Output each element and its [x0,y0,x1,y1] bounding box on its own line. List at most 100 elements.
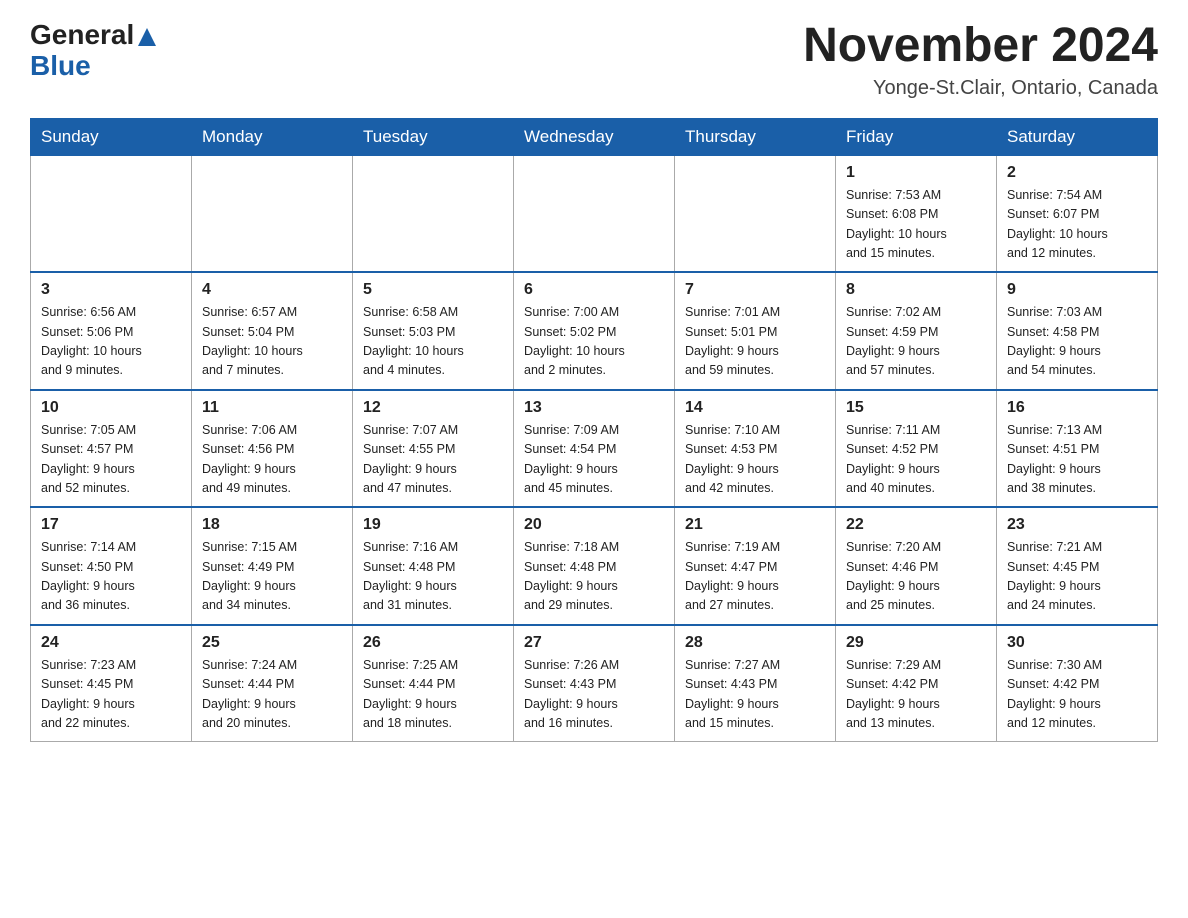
calendar-day-cell: 20 Sunrise: 7:18 AM Sunset: 4:48 PM Dayli… [514,507,675,625]
day-number: 15 [846,399,986,417]
day-info: Sunrise: 7:00 AM Sunset: 5:02 PM Dayligh… [524,303,664,381]
calendar-day-cell: 25 Sunrise: 7:24 AM Sunset: 4:44 PM Dayli… [192,625,353,742]
day-info: Sunrise: 7:54 AM Sunset: 6:07 PM Dayligh… [1007,186,1147,264]
day-number: 3 [41,281,181,299]
day-info: Sunrise: 7:05 AM Sunset: 4:57 PM Dayligh… [41,421,181,499]
day-number: 9 [1007,281,1147,299]
day-number: 7 [685,281,825,299]
weekday-header-row: Sunday Monday Tuesday Wednesday Thursday… [31,118,1158,155]
calendar-day-cell: 21 Sunrise: 7:19 AM Sunset: 4:47 PM Dayli… [675,507,836,625]
day-number: 8 [846,281,986,299]
calendar-day-cell: 13 Sunrise: 7:09 AM Sunset: 4:54 PM Dayli… [514,390,675,508]
calendar-day-cell: 5 Sunrise: 6:58 AM Sunset: 5:03 PM Daylig… [353,272,514,390]
day-number: 30 [1007,634,1147,652]
calendar-day-cell: 19 Sunrise: 7:16 AM Sunset: 4:48 PM Dayli… [353,507,514,625]
day-number: 11 [202,399,342,417]
calendar-day-cell: 11 Sunrise: 7:06 AM Sunset: 4:56 PM Dayli… [192,390,353,508]
day-info: Sunrise: 7:27 AM Sunset: 4:43 PM Dayligh… [685,656,825,734]
day-info: Sunrise: 7:16 AM Sunset: 4:48 PM Dayligh… [363,538,503,616]
day-info: Sunrise: 6:57 AM Sunset: 5:04 PM Dayligh… [202,303,342,381]
day-info: Sunrise: 7:26 AM Sunset: 4:43 PM Dayligh… [524,656,664,734]
day-number: 17 [41,516,181,534]
calendar-day-cell: 17 Sunrise: 7:14 AM Sunset: 4:50 PM Dayli… [31,507,192,625]
day-number: 16 [1007,399,1147,417]
day-number: 20 [524,516,664,534]
calendar-day-cell [353,155,514,272]
calendar-day-cell [514,155,675,272]
location-title: Yonge-St.Clair, Ontario, Canada [803,77,1158,100]
day-info: Sunrise: 7:13 AM Sunset: 4:51 PM Dayligh… [1007,421,1147,499]
calendar-day-cell: 26Sunrise: 7:25 AM Sunset: 4:44 PM Dayli… [353,625,514,742]
calendar-day-cell: 12Sunrise: 7:07 AM Sunset: 4:55 PM Dayli… [353,390,514,508]
calendar-day-cell: 9 Sunrise: 7:03 AM Sunset: 4:58 PM Daylig… [997,272,1158,390]
day-number: 12 [363,399,503,417]
calendar-day-cell [31,155,192,272]
title-block: November 2024 Yonge-St.Clair, Ontario, C… [803,20,1158,100]
day-info: Sunrise: 6:56 AM Sunset: 5:06 PM Dayligh… [41,303,181,381]
calendar-week-row: 1 Sunrise: 7:53 AM Sunset: 6:08 PM Daylig… [31,155,1158,272]
calendar-day-cell: 28 Sunrise: 7:27 AM Sunset: 4:43 PM Dayli… [675,625,836,742]
logo-general: General [30,20,134,51]
logo-arrow-icon [138,28,156,46]
day-number: 21 [685,516,825,534]
month-title: November 2024 [803,20,1158,73]
day-info: Sunrise: 7:30 AM Sunset: 4:42 PM Dayligh… [1007,656,1147,734]
day-number: 13 [524,399,664,417]
day-info: Sunrise: 7:20 AM Sunset: 4:46 PM Dayligh… [846,538,986,616]
day-number: 23 [1007,516,1147,534]
day-number: 25 [202,634,342,652]
header-thursday: Thursday [675,118,836,155]
calendar-day-cell [192,155,353,272]
day-number: 28 [685,634,825,652]
calendar-day-cell: 23Sunrise: 7:21 AM Sunset: 4:45 PM Dayli… [997,507,1158,625]
logo: General Blue [30,20,156,82]
header-saturday: Saturday [997,118,1158,155]
calendar-day-cell: 14 Sunrise: 7:10 AM Sunset: 4:53 PM Dayli… [675,390,836,508]
day-info: Sunrise: 7:03 AM Sunset: 4:58 PM Dayligh… [1007,303,1147,381]
day-number: 4 [202,281,342,299]
logo-blue: Blue [30,51,91,82]
day-number: 2 [1007,164,1147,182]
day-info: Sunrise: 7:06 AM Sunset: 4:56 PM Dayligh… [202,421,342,499]
day-info: Sunrise: 7:02 AM Sunset: 4:59 PM Dayligh… [846,303,986,381]
day-info: Sunrise: 7:29 AM Sunset: 4:42 PM Dayligh… [846,656,986,734]
day-info: Sunrise: 7:53 AM Sunset: 6:08 PM Dayligh… [846,186,986,264]
day-number: 26 [363,634,503,652]
calendar-day-cell: 27 Sunrise: 7:26 AM Sunset: 4:43 PM Dayli… [514,625,675,742]
day-info: Sunrise: 7:10 AM Sunset: 4:53 PM Dayligh… [685,421,825,499]
calendar-day-cell: 1 Sunrise: 7:53 AM Sunset: 6:08 PM Daylig… [836,155,997,272]
calendar-day-cell: 10 Sunrise: 7:05 AM Sunset: 4:57 PM Dayli… [31,390,192,508]
header-monday: Monday [192,118,353,155]
day-info: Sunrise: 7:23 AM Sunset: 4:45 PM Dayligh… [41,656,181,734]
header-tuesday: Tuesday [353,118,514,155]
day-info: Sunrise: 7:09 AM Sunset: 4:54 PM Dayligh… [524,421,664,499]
calendar-week-row: 24Sunrise: 7:23 AM Sunset: 4:45 PM Dayli… [31,625,1158,742]
day-info: Sunrise: 7:24 AM Sunset: 4:44 PM Dayligh… [202,656,342,734]
header-friday: Friday [836,118,997,155]
calendar-week-row: 17 Sunrise: 7:14 AM Sunset: 4:50 PM Dayli… [31,507,1158,625]
day-number: 1 [846,164,986,182]
header-wednesday: Wednesday [514,118,675,155]
calendar-day-cell: 15 Sunrise: 7:11 AM Sunset: 4:52 PM Dayli… [836,390,997,508]
day-info: Sunrise: 7:19 AM Sunset: 4:47 PM Dayligh… [685,538,825,616]
day-info: Sunrise: 7:11 AM Sunset: 4:52 PM Dayligh… [846,421,986,499]
calendar-day-cell: 24Sunrise: 7:23 AM Sunset: 4:45 PM Dayli… [31,625,192,742]
page-header: General Blue November 2024 Yonge-St.Clai… [30,20,1158,100]
day-info: Sunrise: 6:58 AM Sunset: 5:03 PM Dayligh… [363,303,503,381]
calendar-week-row: 10 Sunrise: 7:05 AM Sunset: 4:57 PM Dayli… [31,390,1158,508]
day-number: 19 [363,516,503,534]
calendar-day-cell: 8 Sunrise: 7:02 AM Sunset: 4:59 PM Daylig… [836,272,997,390]
calendar-day-cell: 16 Sunrise: 7:13 AM Sunset: 4:51 PM Dayli… [997,390,1158,508]
day-number: 27 [524,634,664,652]
day-info: Sunrise: 7:14 AM Sunset: 4:50 PM Dayligh… [41,538,181,616]
day-info: Sunrise: 7:15 AM Sunset: 4:49 PM Dayligh… [202,538,342,616]
calendar-day-cell [675,155,836,272]
day-number: 14 [685,399,825,417]
calendar-week-row: 3 Sunrise: 6:56 AM Sunset: 5:06 PM Daylig… [31,272,1158,390]
day-info: Sunrise: 7:01 AM Sunset: 5:01 PM Dayligh… [685,303,825,381]
day-number: 10 [41,399,181,417]
calendar-day-cell: 3 Sunrise: 6:56 AM Sunset: 5:06 PM Daylig… [31,272,192,390]
day-info: Sunrise: 7:18 AM Sunset: 4:48 PM Dayligh… [524,538,664,616]
day-number: 18 [202,516,342,534]
day-number: 5 [363,281,503,299]
